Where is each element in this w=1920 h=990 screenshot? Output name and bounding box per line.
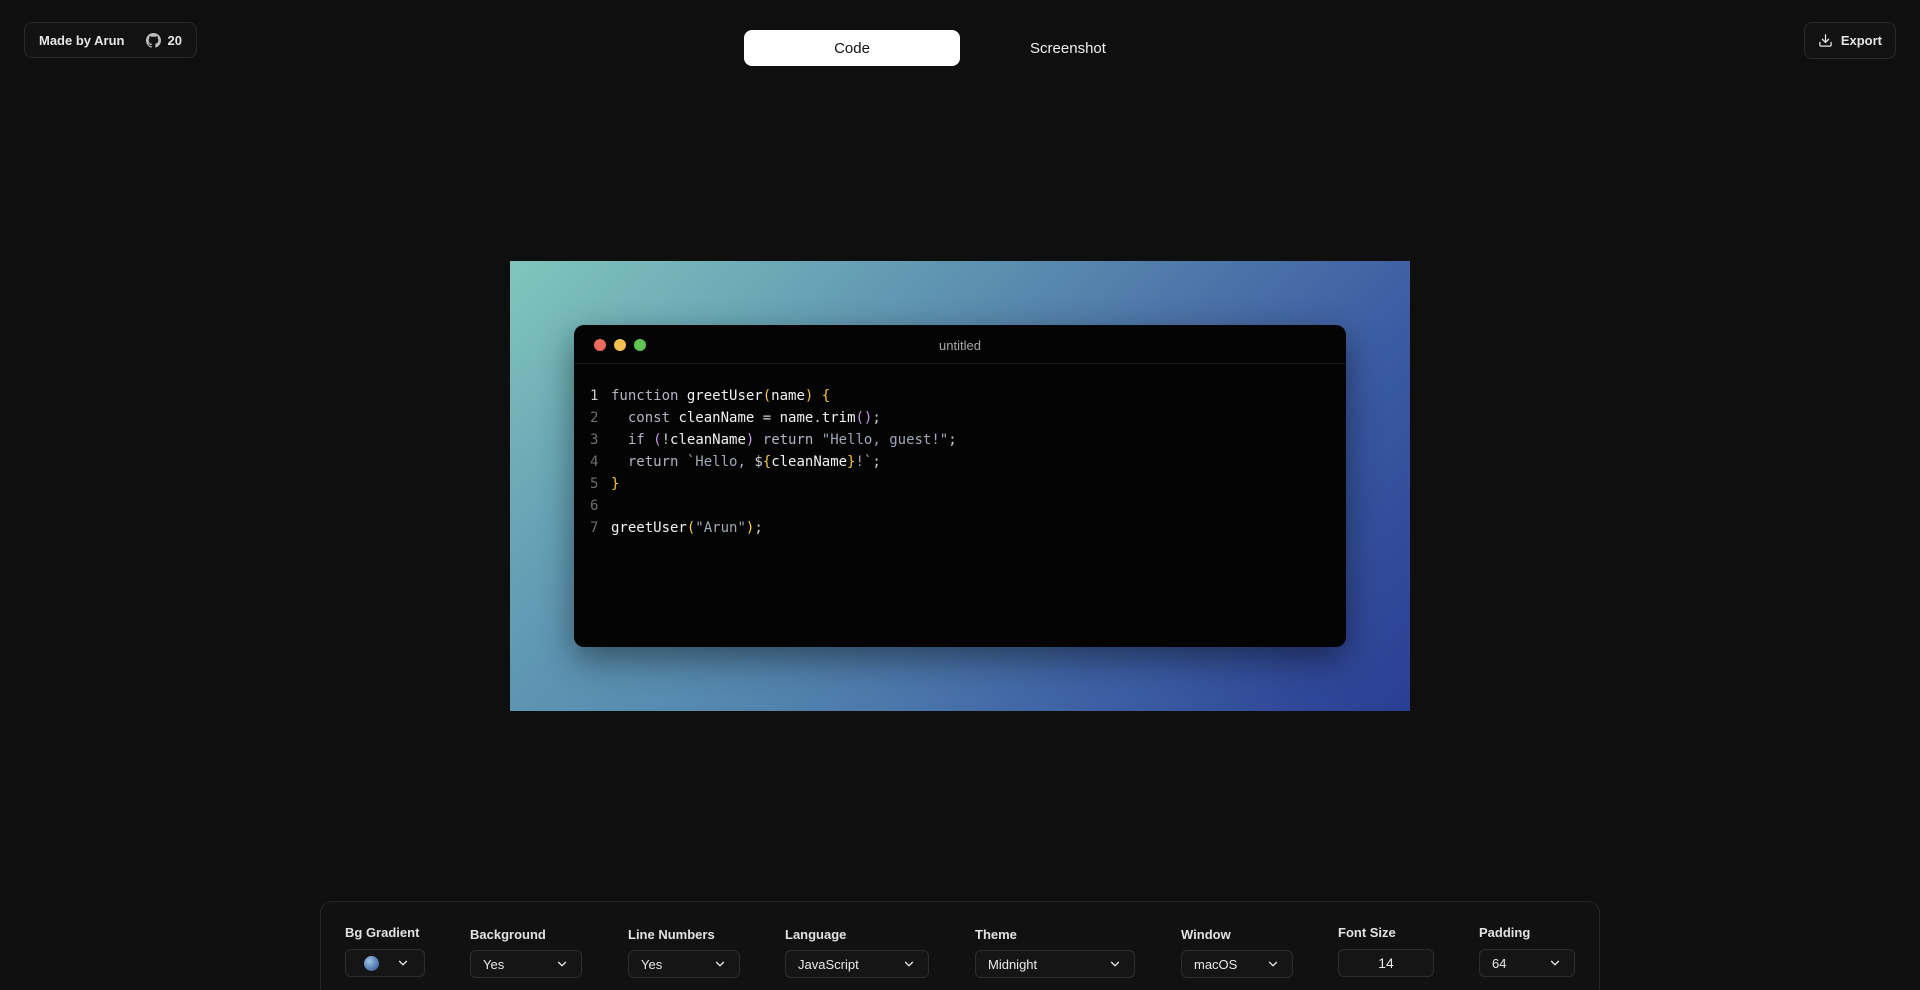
padding-control: Padding 64	[1479, 924, 1575, 977]
bg-gradient-control: Bg Gradient	[345, 924, 425, 977]
code-editor[interactable]: 1 function greetUser(name) { 2 const cle…	[590, 385, 957, 539]
language-value: JavaScript	[798, 956, 859, 972]
code-line-text: greetUser("Arun");	[611, 520, 763, 536]
code-line-text: function greetUser(name) {	[611, 388, 831, 404]
window-select[interactable]: macOS	[1181, 950, 1293, 978]
code-line: 1 function greetUser(name) {	[590, 385, 957, 407]
code-line: 7 greetUser("Arun");	[590, 517, 957, 539]
theme-label: Theme	[975, 927, 1017, 942]
chevron-down-icon	[1268, 961, 1278, 967]
theme-value: Midnight	[988, 956, 1038, 972]
chevron-down-icon	[398, 960, 408, 966]
github-stars-count: 20	[167, 32, 182, 48]
line-number: 7	[590, 520, 599, 536]
code-line-text: if (!cleanName) return "Hello, guest!";	[627, 432, 957, 448]
background-label: Background	[470, 927, 546, 942]
code-canvas: untitled 1 function greetUser(name) { 2 …	[510, 261, 1410, 711]
code-line: 3 if (!cleanName) return "Hello, guest!"…	[590, 429, 957, 451]
theme-select[interactable]: Midnight	[975, 950, 1135, 978]
line-numbers-control: Line Numbers Yes	[628, 926, 740, 978]
line-number: 1	[590, 388, 599, 404]
code-window: untitled 1 function greetUser(name) { 2 …	[574, 325, 1346, 647]
font-size-control: Font Size	[1338, 924, 1434, 977]
font-size-input[interactable]	[1338, 949, 1434, 977]
made-by-badge[interactable]: Made by Arun 20	[24, 22, 197, 58]
code-line: 2 const cleanName = name.trim();	[590, 407, 957, 429]
github-icon	[146, 32, 162, 48]
chevron-down-icon	[1550, 960, 1560, 966]
line-number: 6	[590, 498, 599, 514]
window-title[interactable]: untitled	[574, 338, 1346, 353]
theme-control: Theme Midnight	[975, 926, 1135, 978]
line-number: 2	[590, 410, 599, 426]
line-number: 3	[590, 432, 599, 448]
line-number: 4	[590, 454, 599, 470]
code-line: 6	[590, 495, 957, 517]
line-numbers-label: Line Numbers	[628, 927, 715, 942]
language-label: Language	[785, 927, 847, 942]
language-select[interactable]: JavaScript	[785, 950, 929, 978]
mode-toggle: Code Screenshot	[744, 30, 1176, 66]
line-numbers-select[interactable]: Yes	[628, 950, 740, 978]
settings-panel: Bg Gradient Background Yes Line Numbers …	[320, 901, 1600, 990]
window-control: Window macOS	[1181, 926, 1293, 978]
background-select[interactable]: Yes	[470, 950, 582, 978]
bg-gradient-label: Bg Gradient	[345, 925, 420, 940]
code-line: 5 }	[590, 473, 957, 495]
chevron-down-icon	[904, 961, 914, 967]
language-control: Language JavaScript	[785, 926, 929, 978]
padding-label: Padding	[1479, 925, 1531, 940]
font-size-label: Font Size	[1338, 925, 1396, 940]
code-line-text: }	[611, 476, 620, 492]
export-button[interactable]: Export	[1803, 22, 1896, 59]
code-line: 4 return `Hello, ${cleanName}!`;	[590, 451, 957, 473]
gradient-swatch-icon	[364, 955, 379, 971]
line-number: 5	[590, 476, 599, 492]
bg-gradient-select[interactable]	[345, 949, 425, 977]
window-label: Window	[1181, 927, 1231, 942]
export-label: Export	[1840, 33, 1882, 48]
tab-code[interactable]: Code	[744, 30, 960, 66]
padding-select[interactable]: 64	[1479, 949, 1575, 977]
download-icon	[1819, 34, 1832, 47]
chevron-down-icon	[557, 961, 567, 967]
window-value: macOS	[1194, 956, 1238, 972]
line-numbers-value: Yes	[641, 956, 663, 972]
window-titlebar: untitled	[574, 325, 1346, 364]
github-stars[interactable]: 20	[146, 32, 182, 48]
tab-screenshot[interactable]: Screenshot	[960, 30, 1176, 66]
made-by-label: Made by Arun	[39, 32, 125, 48]
background-value: Yes	[483, 956, 505, 972]
background-control: Background Yes	[470, 926, 582, 978]
padding-value: 64	[1492, 955, 1507, 971]
chevron-down-icon	[715, 961, 725, 967]
code-line-text: const cleanName = name.trim();	[627, 410, 881, 426]
chevron-down-icon	[1110, 961, 1120, 967]
code-line-text: return `Hello, ${cleanName}!`;	[627, 454, 881, 470]
